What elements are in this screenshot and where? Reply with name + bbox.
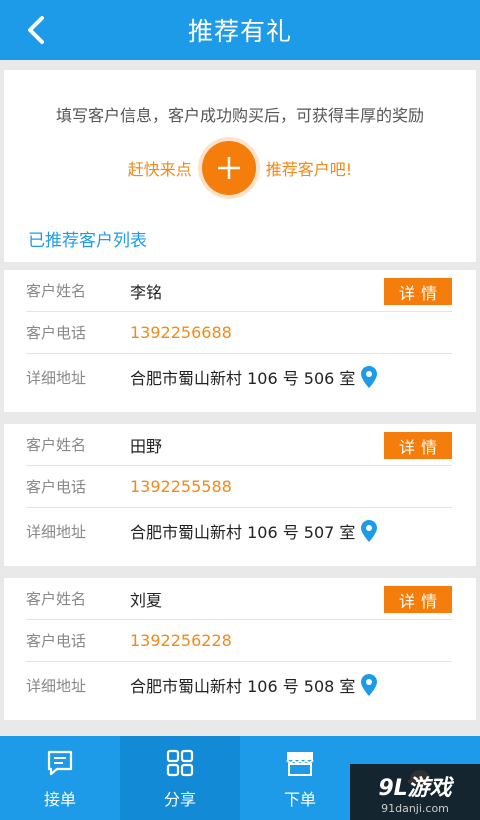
customer-address: 合肥市蜀山新村 106 号 506 室 [130,369,356,388]
page-title: 推荐有礼 [187,17,292,46]
name-label: 客户姓名 [26,282,87,300]
tab-orders[interactable]: 接单 [0,736,120,820]
header-bar: 推荐有礼 [0,0,480,60]
cta-right-text: 推荐客户吧! [265,160,353,179]
chevron-left-icon [28,16,44,44]
address-label: 详细地址 [26,522,87,541]
location-pin-icon[interactable] [361,674,378,696]
customer-name: 刘夏 [130,590,163,610]
address-row: 详细地址 合肥市蜀山新村 106 号 508 室 [26,662,452,708]
address-row: 详细地址 合肥市蜀山新村 106 号 507 室 [26,508,452,554]
intro-text: 填写客户信息，客户成功购买后，可获得丰厚的奖励 [55,106,424,125]
phone-label: 客户电话 [26,324,87,342]
phone-row: 客户电话 1392256688 [26,312,452,354]
customer-card: 客户姓名 田野 详情 客户电话 1392255588 详细地址 合肥市蜀山新村 … [4,424,476,566]
address-label: 详细地址 [26,368,87,387]
name-row: 客户姓名 田野 详情 [26,424,452,466]
watermark-logo: 9L游戏 [378,775,452,801]
add-customer-button[interactable] [201,141,256,195]
tab-label: 下单 [283,790,316,809]
customer-card: 客户姓名 刘夏 详情 客户电话 1392256228 详细地址 合肥市蜀山新村 … [4,578,476,720]
tab-share[interactable]: 分享 [120,736,240,820]
customer-phone[interactable]: 1392256228 [130,631,232,650]
phone-label: 客户电话 [26,632,87,650]
back-button[interactable] [20,14,52,46]
tab-label: 分享 [163,790,196,809]
location-pin-icon[interactable] [361,520,378,542]
customer-name: 田野 [130,436,163,456]
customer-address: 合肥市蜀山新村 106 号 508 室 [130,677,356,696]
detail-button[interactable]: 详情 [384,278,452,305]
customer-phone[interactable]: 1392255588 [130,477,232,496]
phone-row: 客户电话 1392255588 [26,466,452,508]
customer-address: 合肥市蜀山新村 106 号 507 室 [130,523,356,542]
customer-phone[interactable]: 1392256688 [130,323,232,342]
cta-left-text: 赶快来点 [127,160,192,179]
location-pin-icon[interactable] [361,366,378,388]
tab-place-order[interactable]: 下单 [240,736,360,820]
name-row: 客户姓名 李铭 详情 [26,270,452,312]
cta-row: 赶快来点 推荐客户吧! [4,140,476,196]
address-row: 详细地址 合肥市蜀山新村 106 号 506 室 [26,354,452,400]
address-label: 详细地址 [26,676,87,695]
message-icon [45,746,75,780]
grid-icon [165,746,195,780]
store-icon [284,746,316,780]
customer-card: 客户姓名 李铭 详情 客户电话 1392256688 详细地址 合肥市蜀山新村 … [4,270,476,412]
customer-name: 李铭 [130,282,163,302]
detail-button[interactable]: 详情 [384,432,452,459]
watermark-url: 91danji.com [381,801,449,815]
name-row: 客户姓名 刘夏 详情 [26,578,452,620]
name-label: 客户姓名 [26,436,87,454]
tab-label: 接单 [43,790,76,809]
phone-row: 客户电话 1392256228 [26,620,452,662]
detail-button[interactable]: 详情 [384,586,452,613]
list-title: 已推荐客户列表 [28,231,147,251]
watermark: 9L游戏 91danji.com [350,764,480,820]
plus-icon [217,157,240,179]
name-label: 客户姓名 [26,590,87,608]
phone-label: 客户电话 [26,478,87,496]
intro-panel: 填写客户信息，客户成功购买后，可获得丰厚的奖励 赶快来点 推荐客户吧! 已推荐客… [4,70,476,262]
